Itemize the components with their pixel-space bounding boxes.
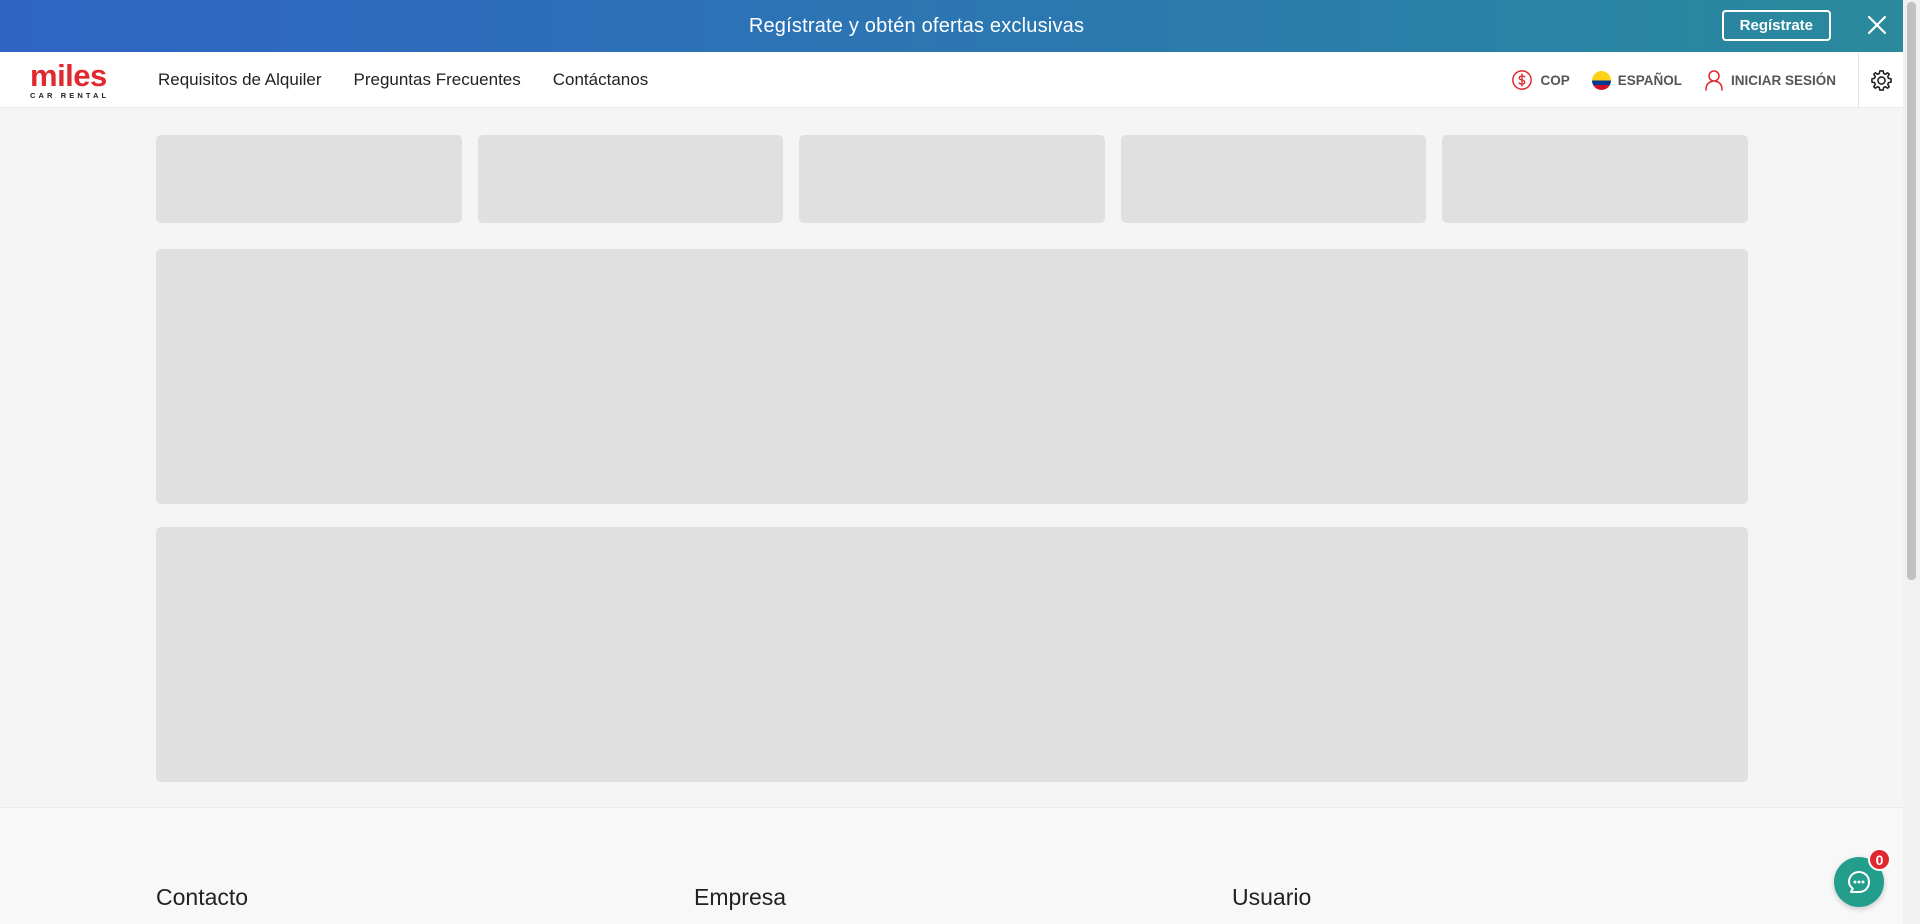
- header-actions: COP ESPAÑOL INICIAR SESIÓN: [1511, 52, 1903, 108]
- chat-support-icon: [1848, 871, 1870, 893]
- colombia-flag-icon: [1591, 70, 1611, 90]
- language-label: ESPAÑOL: [1617, 72, 1682, 88]
- user-icon: [1705, 70, 1723, 91]
- scrollbar-thumb[interactable]: [1907, 2, 1916, 580]
- gear-icon: [1870, 69, 1892, 91]
- skeleton-card: [1442, 135, 1748, 223]
- close-icon[interactable]: [1865, 13, 1889, 37]
- promo-banner: Regístrate y obtén ofertas exclusivas Re…: [0, 0, 1903, 52]
- skeleton-card: [1121, 135, 1426, 223]
- skeleton-block: [156, 527, 1748, 782]
- footer-user-title: Usuario: [1232, 884, 1312, 910]
- miles-logo[interactable]: miles CAR RENTAL: [30, 60, 114, 102]
- skeleton-block: [156, 249, 1748, 504]
- footer: Contacto Empresa Usuario: [0, 807, 1903, 924]
- main-nav: Requisitos de Alquiler Preguntas Frecuen…: [158, 52, 648, 108]
- nav-contact[interactable]: Contáctanos: [553, 70, 648, 90]
- main-header: miles CAR RENTAL Requisitos de Alquiler …: [0, 52, 1903, 108]
- chat-notification-badge: 0: [1868, 848, 1891, 871]
- settings-button[interactable]: [1858, 52, 1903, 108]
- nav-rental-requirements[interactable]: Requisitos de Alquiler: [158, 70, 321, 90]
- nav-faq[interactable]: Preguntas Frecuentes: [353, 70, 520, 90]
- promo-text: Regístrate y obtén ofertas exclusivas: [748, 14, 1085, 37]
- login-button[interactable]: INICIAR SESIÓN: [1704, 69, 1836, 91]
- currency-label: COP: [1540, 72, 1570, 88]
- skeleton-card: [799, 135, 1105, 223]
- currency-selector[interactable]: COP: [1511, 69, 1570, 91]
- login-label: INICIAR SESIÓN: [1730, 72, 1836, 88]
- skeleton-card: [478, 135, 783, 223]
- register-button[interactable]: Regístrate: [1721, 10, 1831, 41]
- footer-company-title: Empresa: [694, 884, 787, 910]
- page-scrollbar[interactable]: [1903, 0, 1920, 924]
- language-selector[interactable]: ESPAÑOL: [1591, 70, 1682, 90]
- dollar-circle-icon: [1512, 70, 1533, 90]
- skeleton-card: [156, 135, 462, 223]
- footer-contact-title: Contacto: [156, 884, 249, 910]
